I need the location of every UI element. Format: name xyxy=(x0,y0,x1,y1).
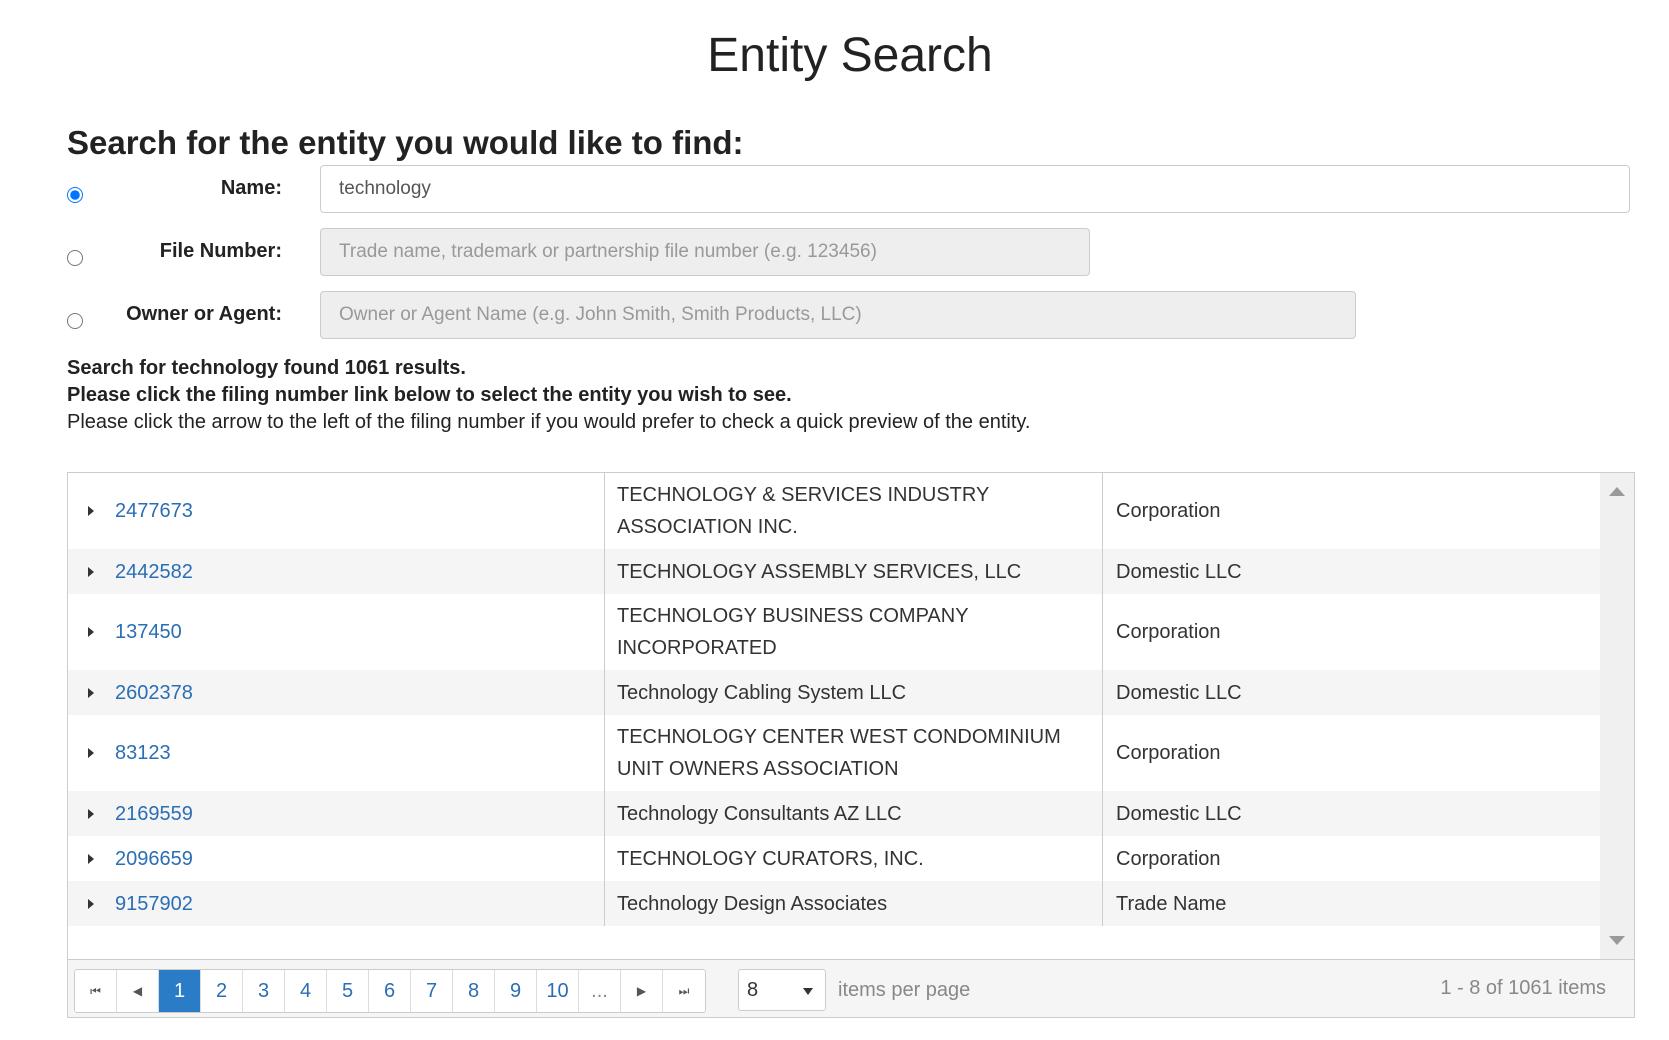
file-number-link[interactable]: 9157902 xyxy=(115,888,193,920)
entity-name-cell: TECHNOLOGY CURATORS, INC. xyxy=(605,836,1103,881)
file-number-cell: 2096659 xyxy=(68,836,605,881)
results-grid-body: 2477673 TECHNOLOGY & SERVICES INDUSTRY AS… xyxy=(68,473,1602,959)
expand-arrow-icon[interactable] xyxy=(88,506,94,516)
search-heading: Search for the entity you would like to … xyxy=(67,124,744,161)
page-button[interactable]: 9 xyxy=(495,970,537,1012)
first-page-icon[interactable]: ⏮ xyxy=(75,970,117,1012)
owner-agent-label: Owner or Agent: xyxy=(126,303,282,325)
expand-arrow-icon[interactable] xyxy=(88,853,94,864)
pager: ⏮ ◀ 1 2 3 4 5 6 7 8 9 10 ... ▶ ⏭ 8 items per page… xyxy=(68,959,1634,1017)
entity-type-cell: Domestic LLC xyxy=(1116,681,1242,704)
page-button[interactable]: 8 xyxy=(453,970,495,1012)
name-label: Name: xyxy=(220,177,282,199)
file-number-cell: 9157902 xyxy=(68,881,605,926)
previous-page-icon[interactable]: ◀ xyxy=(117,970,159,1012)
expand-arrow-icon[interactable] xyxy=(88,898,94,909)
table-row: 137450 TECHNOLOGY BUSINESS COMPANY INCORP… xyxy=(68,594,1602,670)
file-number-input[interactable] xyxy=(320,228,1090,276)
file-number-cell: 2169559 xyxy=(68,791,605,836)
file-number-link[interactable]: 137450 xyxy=(115,616,182,648)
last-page-icon[interactable]: ⏭ xyxy=(663,970,705,1012)
file-number-cell: 2477673 xyxy=(68,473,605,549)
items-per-page-value: 8 xyxy=(747,978,759,1001)
scroll-down-icon[interactable] xyxy=(1609,936,1625,945)
results-summary: Search for technology found 1061 results… xyxy=(67,357,466,379)
page-button[interactable]: 6 xyxy=(369,970,411,1012)
entity-name-cell: Technology Design Associates xyxy=(605,881,1103,926)
file-number-cell: 83123 xyxy=(68,715,605,791)
page-button[interactable]: 5 xyxy=(327,970,369,1012)
page-button[interactable]: 1 xyxy=(159,970,201,1012)
entity-type-cell: Corporation xyxy=(1116,621,1221,643)
results-instruction-bold: Please click the filing number link belo… xyxy=(67,384,792,406)
page-button[interactable]: 10 xyxy=(537,970,579,1012)
owner-agent-input[interactable] xyxy=(320,291,1356,339)
expand-arrow-icon[interactable] xyxy=(88,748,94,758)
name-input[interactable] xyxy=(320,165,1630,213)
table-row: 83123 TECHNOLOGY CENTER WEST CONDOMINIUM … xyxy=(68,715,1602,791)
table-row: 2442582 TECHNOLOGY ASSEMBLY SERVICES, LLC… xyxy=(68,549,1602,594)
file-number-cell: 137450 xyxy=(68,594,605,670)
file-number-link[interactable]: 2169559 xyxy=(115,798,193,830)
page-title: Entity Search xyxy=(707,29,993,82)
entity-name-cell: Technology Cabling System LLC xyxy=(605,670,1103,715)
table-row: 2477673 TECHNOLOGY & SERVICES INDUSTRY AS… xyxy=(68,473,1602,549)
table-row: 2169559 Technology Consultants AZ LLC Dome… xyxy=(68,791,1602,836)
entity-type-cell: Corporation xyxy=(1116,500,1221,522)
table-row: 9157902 Technology Design Associates Trade… xyxy=(68,881,1602,926)
entity-type-cell: Domestic LLC xyxy=(1116,560,1242,583)
page-button[interactable]: 2 xyxy=(201,970,243,1012)
file-number-link[interactable]: 2096659 xyxy=(115,843,193,875)
items-per-page-select[interactable]: 8 xyxy=(738,969,826,1011)
page-button[interactable]: 7 xyxy=(411,970,453,1012)
vertical-scrollbar[interactable] xyxy=(1600,473,1634,959)
entity-type-cell: Corporation xyxy=(1116,847,1221,870)
entity-name-cell: TECHNOLOGY CENTER WEST CONDOMINIUM UNIT … xyxy=(605,715,1103,791)
more-pages-button[interactable]: ... xyxy=(579,970,621,1012)
entity-name-cell: TECHNOLOGY & SERVICES INDUSTRY ASSOCIATI… xyxy=(605,473,1103,549)
table-row: 2096659 TECHNOLOGY CURATORS, INC. Corporat… xyxy=(68,836,1602,881)
expand-arrow-icon[interactable] xyxy=(88,627,94,637)
entity-type-cell: Corporation xyxy=(1116,742,1221,764)
entity-name-cell: Technology Consultants AZ LLC xyxy=(605,791,1103,836)
scroll-up-icon[interactable] xyxy=(1609,487,1625,496)
chevron-down-icon xyxy=(803,988,813,995)
table-row: 2602378 Technology Cabling System LLC Dome… xyxy=(68,670,1602,715)
results-instruction: Please click the arrow to the left of th… xyxy=(67,411,1031,433)
expand-arrow-icon[interactable] xyxy=(88,808,94,819)
items-per-page-label: items per page xyxy=(838,979,971,1001)
file-number-label: File Number: xyxy=(159,240,282,262)
items-info: 1 - 8 of 1061 items xyxy=(1440,977,1606,999)
pager-buttons: ⏮ ◀ 1 2 3 4 5 6 7 8 9 10 ... ▶ ⏭ xyxy=(74,969,706,1013)
expand-arrow-icon[interactable] xyxy=(88,687,94,698)
file-number-link[interactable]: 2442582 xyxy=(115,556,193,588)
file-number-link[interactable]: 83123 xyxy=(115,737,171,769)
page-button[interactable]: 3 xyxy=(243,970,285,1012)
results-grid: 2477673 TECHNOLOGY & SERVICES INDUSTRY AS… xyxy=(67,472,1635,1018)
file-number-link[interactable]: 2602378 xyxy=(115,677,193,709)
next-page-icon[interactable]: ▶ xyxy=(621,970,663,1012)
page-button[interactable]: 4 xyxy=(285,970,327,1012)
entity-type-cell: Trade Name xyxy=(1116,892,1227,915)
expand-arrow-icon[interactable] xyxy=(88,566,94,577)
entity-type-cell: Domestic LLC xyxy=(1116,802,1242,825)
file-number-link[interactable]: 2477673 xyxy=(115,495,193,527)
file-number-cell: 2442582 xyxy=(68,549,605,594)
entity-name-cell: TECHNOLOGY BUSINESS COMPANY INCORPORATED xyxy=(605,594,1103,670)
file-number-cell: 2602378 xyxy=(68,670,605,715)
entity-name-cell: TECHNOLOGY ASSEMBLY SERVICES, LLC xyxy=(605,549,1103,594)
